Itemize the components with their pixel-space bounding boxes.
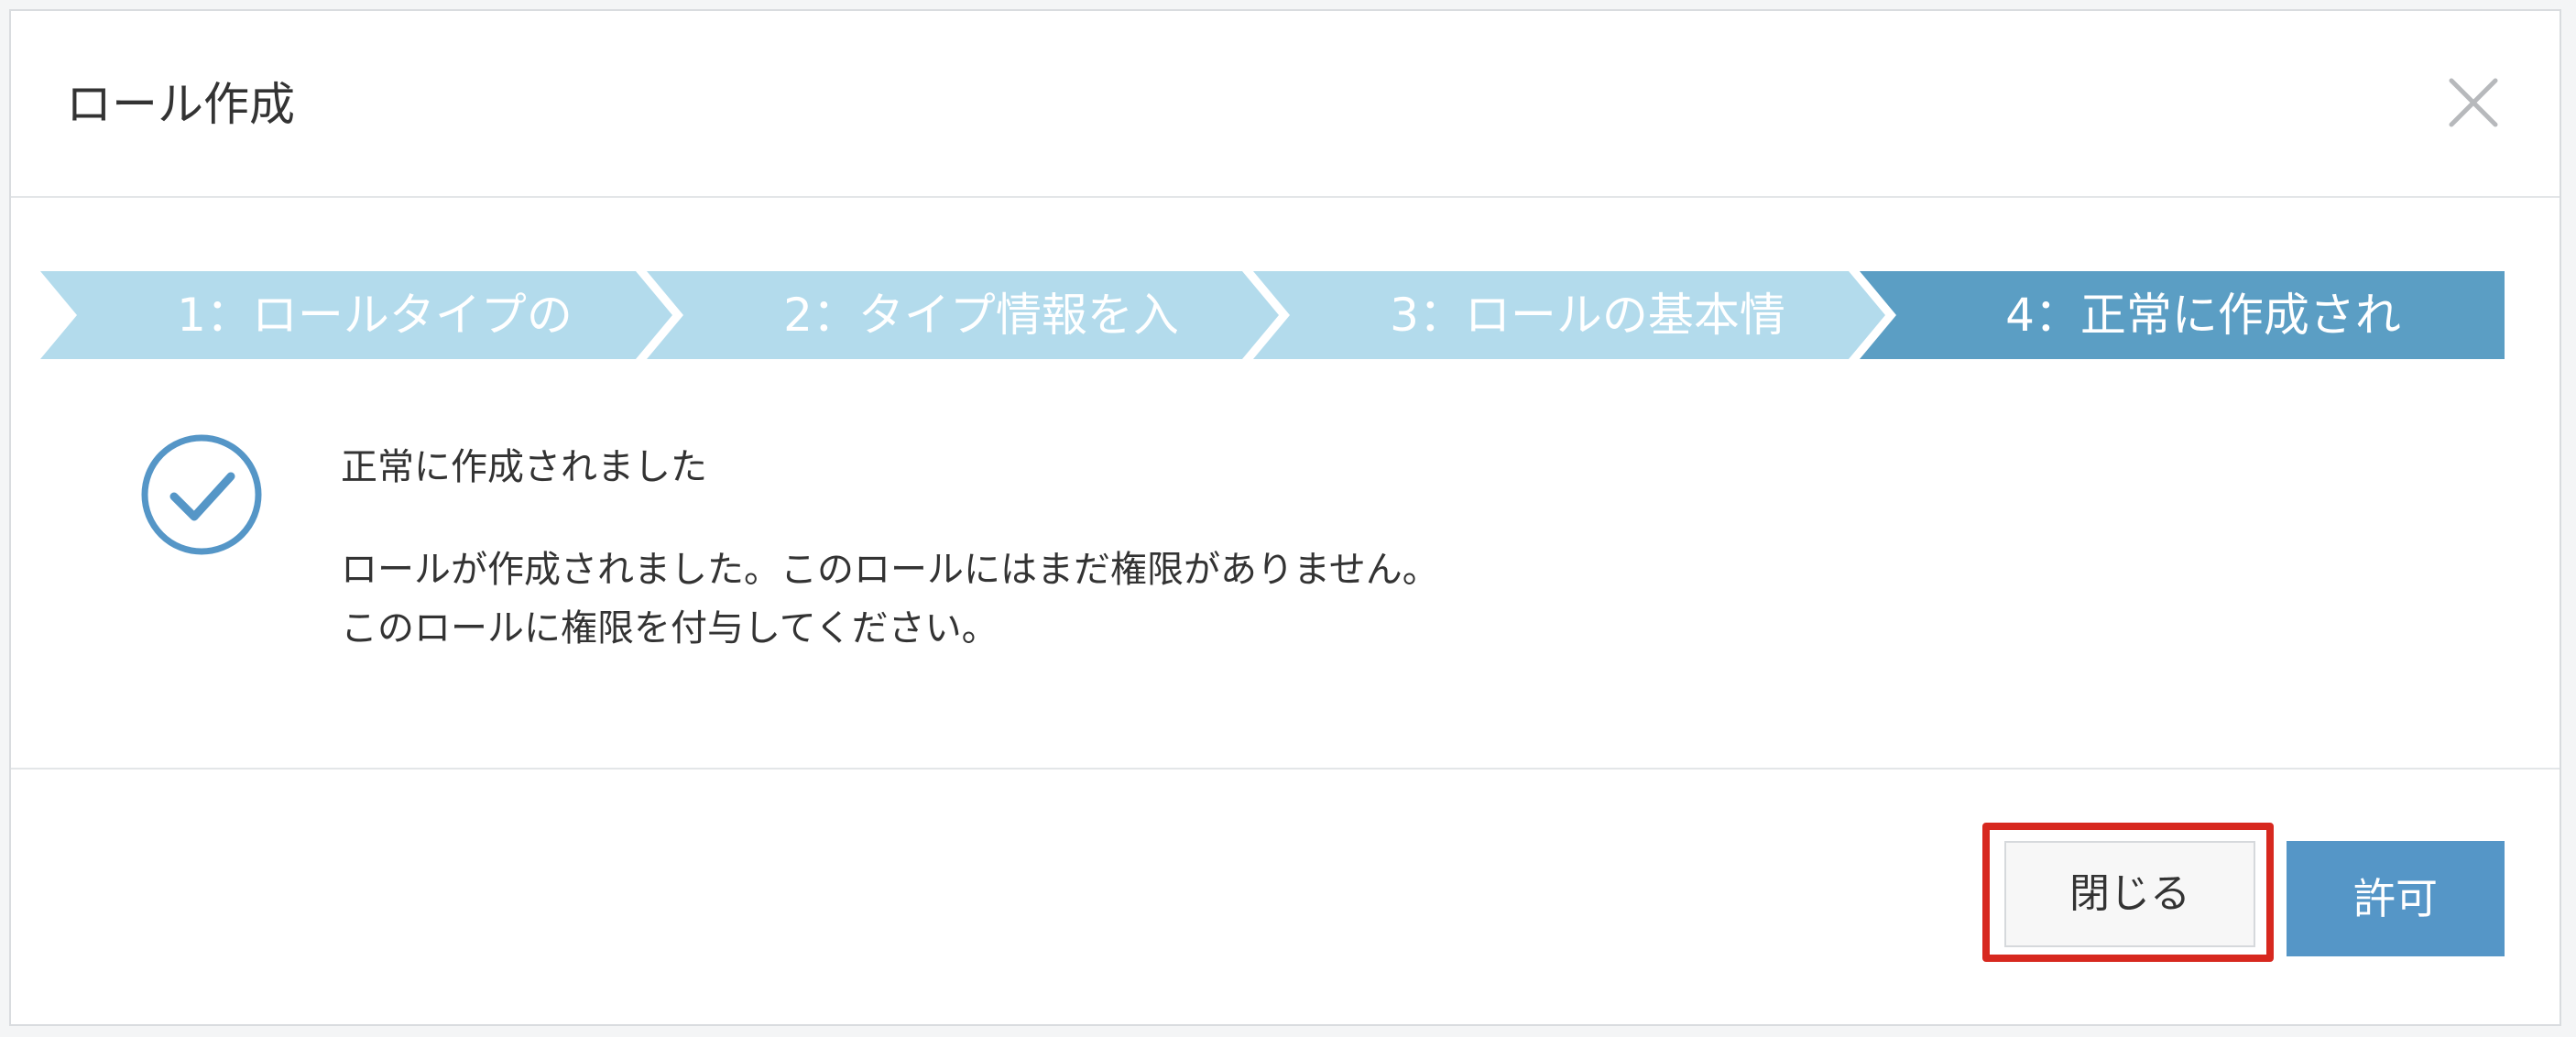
- success-message-line-2: このロールに権限を付与してください。: [341, 607, 999, 649]
- allow-button[interactable]: 許可: [2287, 841, 2505, 956]
- wizard-step-4-label: 4：正常に作成され: [2005, 289, 2401, 342]
- success-title: 正常に作成されました: [341, 446, 707, 488]
- footer-divider: [11, 768, 2560, 770]
- close-button[interactable]: 閉じる: [2004, 841, 2255, 947]
- create-role-dialog: ロール作成 1：ロールタイプの 2：タイプ情報を入 3：ロールの基本情 4：正常…: [9, 9, 2561, 1026]
- wizard-step-2-label: 2：タイプ情報を入: [783, 289, 1179, 342]
- close-icon[interactable]: [2446, 75, 2501, 130]
- wizard-step-1-label: 1：ロールタイプの: [177, 289, 573, 342]
- success-message: ロールが作成されました。このロールにはまだ権限がありません。 このロールに権限を…: [341, 540, 1439, 658]
- success-message-line-1: ロールが作成されました。このロールにはまだ権限がありません。: [341, 549, 1439, 591]
- dialog-title: ロール作成: [66, 78, 295, 131]
- check-circle-icon: [139, 432, 264, 557]
- dialog-header: ロール作成: [11, 11, 2560, 198]
- wizard-step-3-label: 3：ロールの基本情: [1390, 289, 1785, 342]
- wizard-steps: 1：ロールタイプの 2：タイプ情報を入 3：ロールの基本情 4：正常に作成され: [40, 271, 2505, 359]
